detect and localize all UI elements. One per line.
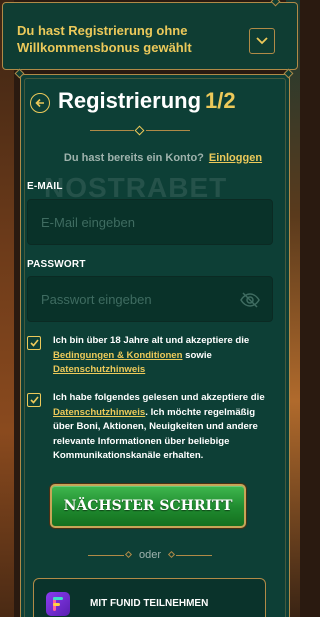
password-label: PASSWORT	[27, 259, 86, 270]
marketing-consent-row: Ich habe folgendes gelesen und akzeptier…	[27, 391, 273, 465]
password-field[interactable]	[28, 277, 272, 321]
funid-button[interactable]: MIT FUNID TEILNEHMEN	[33, 578, 266, 617]
no-bonus-banner: Du hast Registrierung ohne Willkommensbo…	[2, 2, 298, 70]
marketing-consent-text-start: Ich habe folgendes gelesen und akzeptier…	[53, 392, 265, 403]
email-label: E-MAIL	[27, 181, 63, 192]
password-field-container	[27, 276, 273, 322]
or-divider: oder	[88, 549, 212, 563]
checkmark-icon	[29, 339, 39, 347]
background-art-left	[0, 0, 14, 617]
funid-logo-icon	[46, 592, 70, 616]
terms-link[interactable]: Bedingungen & Konditionen	[53, 350, 183, 361]
title-ornament	[90, 125, 190, 136]
login-link[interactable]: Einloggen	[209, 152, 262, 164]
funid-label: MIT FUNID TEILNEHMEN	[90, 598, 209, 609]
email-field-container	[27, 199, 273, 245]
next-step-label: NÄCHSTER SCHRITT	[63, 498, 233, 514]
age-consent-text-mid: sowie	[182, 349, 212, 361]
banner-line-2: Willkommensbonus gewählt	[17, 40, 192, 55]
step-indicator: 1/2	[205, 88, 236, 113]
privacy-link[interactable]: Datenschutzhinweis	[53, 364, 145, 375]
arrow-left-icon	[35, 98, 44, 108]
marketing-consent-checkbox[interactable]	[27, 393, 41, 407]
age-consent-checkbox[interactable]	[27, 336, 41, 350]
eye-off-icon[interactable]	[240, 292, 260, 308]
back-button[interactable]	[30, 93, 50, 113]
chevron-down-icon	[256, 37, 268, 45]
privacy-link-2[interactable]: Datenschutzhinweis	[53, 407, 145, 418]
age-consent-text-start: Ich bin über 18 Jahre alt und akzeptiere…	[53, 335, 250, 346]
marketing-consent-text: Ich habe folgendes gelesen und akzeptier…	[53, 391, 273, 464]
next-step-button[interactable]: NÄCHSTER SCHRITT	[50, 484, 246, 528]
age-consent-text: Ich bin über 18 Jahre alt und akzeptiere…	[53, 334, 273, 378]
age-consent-row: Ich bin über 18 Jahre alt und akzeptiere…	[27, 334, 273, 380]
email-field[interactable]	[28, 200, 272, 244]
banner-expand-button[interactable]	[249, 28, 275, 54]
banner-text: Du hast Registrierung ohne Willkommensbo…	[17, 22, 237, 56]
checkmark-icon	[29, 396, 39, 404]
login-prompt-text: Du hast bereits ein Konto?	[63, 152, 204, 164]
banner-line-1: Du hast Registrierung ohne	[17, 23, 188, 38]
title-text: Registrierung	[58, 88, 202, 113]
login-prompt-row: Du hast bereits ein Konto? Einloggen	[0, 152, 300, 164]
page-title: Registrierung 1/2	[58, 88, 236, 114]
